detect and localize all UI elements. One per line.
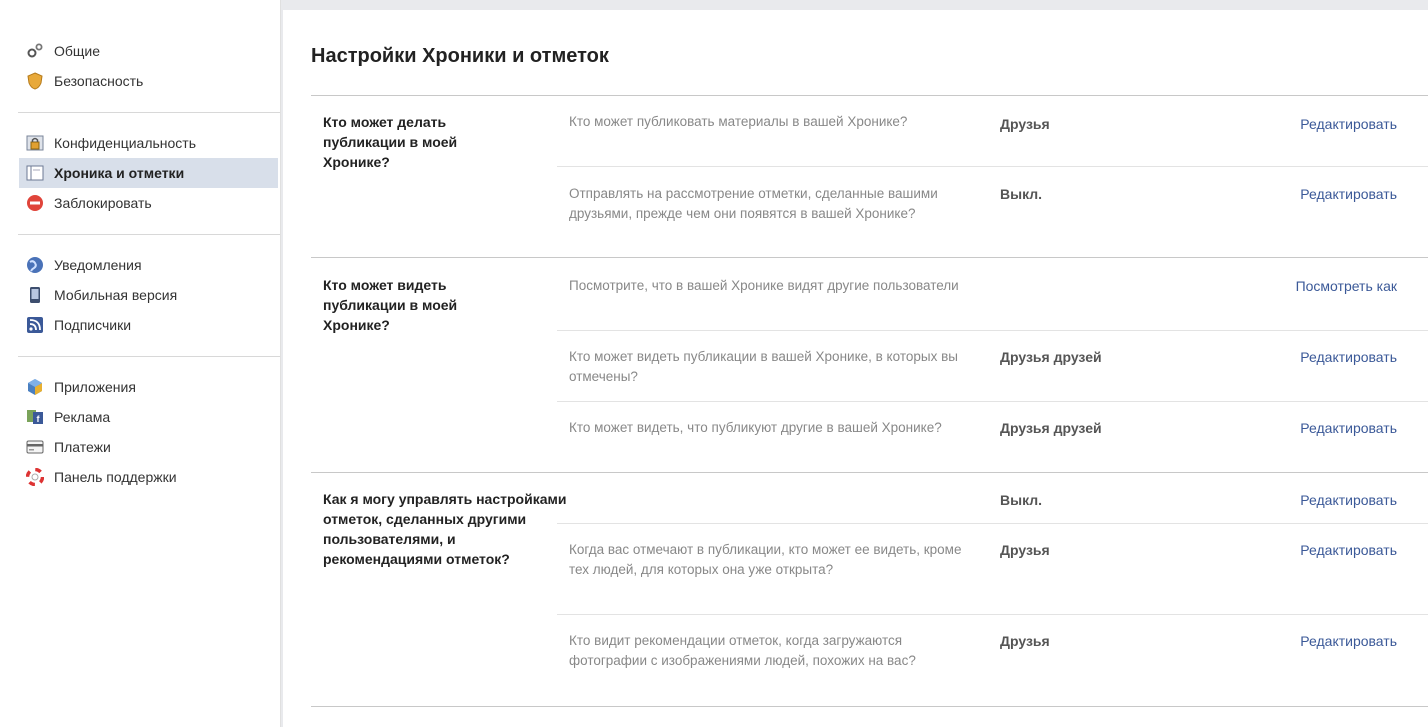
sidebar-item-label: Приложения	[54, 379, 136, 395]
section-title-tag-management: Как я могу управлять настройками отметок…	[323, 491, 567, 567]
edit-link[interactable]: Редактировать	[1300, 184, 1397, 204]
sidebar-item-blocking[interactable]: Заблокировать	[19, 188, 278, 218]
setting-value: Выкл.	[1000, 492, 1043, 508]
view-as-link[interactable]: Посмотреть как	[1296, 276, 1397, 296]
section-divider	[311, 706, 1428, 707]
gears-icon	[26, 42, 44, 60]
sidebar-item-notifications[interactable]: Уведомления	[19, 250, 278, 280]
sidebar-item-label: Подписчики	[54, 317, 132, 333]
lock-icon	[26, 134, 44, 152]
edit-link[interactable]: Редактировать	[1300, 540, 1397, 560]
block-icon	[26, 194, 44, 212]
row-divider	[557, 401, 1428, 402]
sidebar-item-followers[interactable]: Подписчики	[19, 310, 278, 340]
setting-value: Выкл.	[1000, 186, 1043, 202]
section-title-who-can-see: Кто может видеть публикации в моей Хрони…	[323, 277, 458, 333]
sidebar-item-label: Мобильная версия	[54, 287, 178, 303]
edit-link[interactable]: Редактировать	[1300, 418, 1397, 438]
card-icon	[26, 438, 44, 456]
sidebar-item-ads[interactable]: f Реклама	[19, 402, 278, 432]
sidebar-item-label: Конфиденциальность	[54, 135, 197, 151]
settings-main-panel: Настройки Хроники и отметок Кто может де…	[283, 10, 1428, 727]
setting-question: Кто видит рекомендации отметок, когда за…	[569, 633, 916, 668]
lifebuoy-icon	[26, 468, 44, 486]
setting-question: Когда вас отмечают в публикации, кто мож…	[569, 542, 962, 577]
sidebar-item-label: Панель поддержки	[54, 469, 177, 485]
setting-value: Друзья друзей	[1000, 420, 1102, 436]
rss-icon	[26, 316, 44, 334]
sidebar-item-label: Реклама	[54, 409, 111, 425]
sidebar-item-label: Общие	[54, 43, 101, 59]
sidebar-item-label: Платежи	[54, 439, 111, 455]
settings-sidebar: Общие Безопасность Конфиденциальность Хр…	[0, 0, 281, 727]
sidebar-item-general[interactable]: Общие	[19, 36, 278, 66]
globe-icon	[26, 256, 44, 274]
edit-link[interactable]: Редактировать	[1300, 114, 1397, 134]
sidebar-divider	[18, 234, 280, 235]
page-title: Настройки Хроники и отметок	[311, 45, 609, 67]
ads-icon: f	[26, 408, 44, 426]
section-title-who-can-post: Кто может делать публикации в моей Хрони…	[323, 114, 458, 170]
setting-question: Кто может видеть публикации в вашей Хрон…	[569, 349, 958, 384]
edit-link[interactable]: Редактировать	[1300, 490, 1397, 510]
setting-value: Друзья	[1000, 542, 1050, 558]
edit-link[interactable]: Редактировать	[1300, 631, 1397, 651]
sidebar-divider	[18, 356, 280, 357]
row-divider	[557, 614, 1428, 615]
sidebar-item-security[interactable]: Безопасность	[19, 66, 278, 96]
setting-question: Отправлять на рассмотрение отметки, сдел…	[569, 186, 938, 221]
shield-icon	[26, 72, 44, 90]
apps-cube-icon	[26, 378, 44, 396]
section-divider	[311, 257, 1428, 258]
sidebar-item-label: Хроника и отметки	[54, 165, 185, 181]
section-divider	[311, 95, 1428, 96]
setting-question: Кто может публиковать материалы в вашей …	[569, 114, 908, 129]
sidebar-item-mobile[interactable]: Мобильная версия	[19, 280, 278, 310]
sidebar-item-privacy[interactable]: Конфиденциальность	[19, 128, 278, 158]
row-divider	[557, 330, 1428, 331]
setting-question: Кто может видеть, что публикуют другие в…	[569, 420, 942, 435]
edit-link[interactable]: Редактировать	[1300, 347, 1397, 367]
sidebar-item-apps[interactable]: Приложения	[19, 372, 278, 402]
setting-value: Друзья	[1000, 116, 1050, 132]
sidebar-item-label: Заблокировать	[54, 195, 152, 211]
sidebar-item-label: Уведомления	[54, 257, 142, 273]
sidebar-item-payments[interactable]: Платежи	[19, 432, 278, 462]
sidebar-item-label: Безопасность	[54, 73, 144, 89]
sidebar-divider	[18, 112, 280, 113]
row-divider	[557, 166, 1428, 167]
timeline-icon	[26, 164, 44, 182]
section-divider	[311, 472, 1428, 473]
setting-question: Посмотрите, что в вашей Хронике видят др…	[569, 278, 959, 293]
setting-value: Друзья друзей	[1000, 349, 1102, 365]
setting-value: Друзья	[1000, 633, 1050, 649]
mobile-icon	[26, 286, 44, 304]
row-divider	[557, 523, 1428, 524]
sidebar-item-support-dashboard[interactable]: Панель поддержки	[19, 462, 278, 492]
sidebar-item-timeline-tagging[interactable]: Хроника и отметки	[19, 158, 278, 188]
